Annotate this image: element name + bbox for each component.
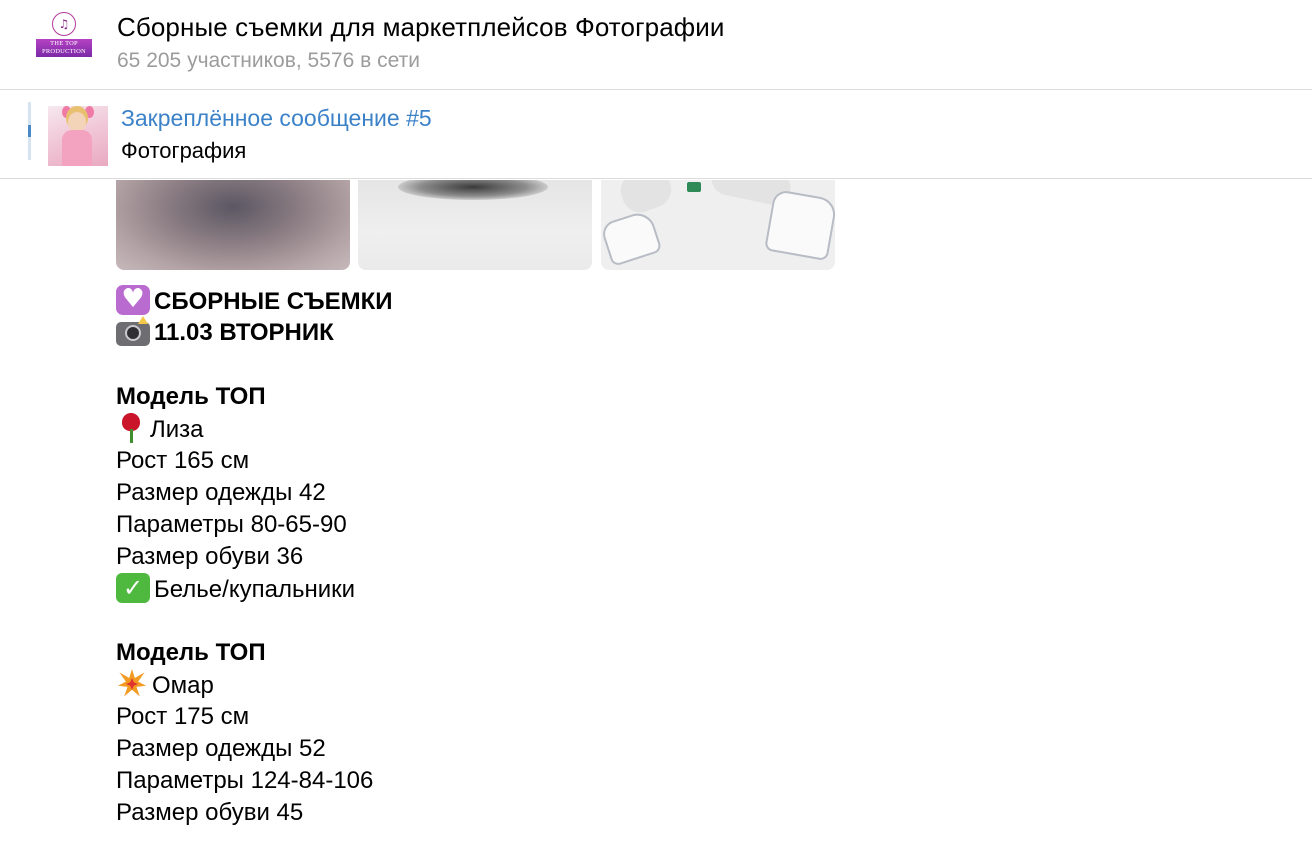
photo-shoe-left (601, 209, 663, 267)
message-line-text: Размер одежды 52 (116, 735, 326, 762)
collision-icon (116, 669, 148, 699)
message-line-text: Омар (152, 672, 214, 699)
message-line-text: Параметры 80-65-90 (116, 511, 347, 538)
thumbnail-figure-head (68, 112, 86, 132)
message-line: Параметры 124-84-106 (116, 765, 393, 797)
check-mark-icon (116, 572, 150, 604)
message-line-text: Модель ТОП (116, 383, 266, 410)
message-line-text: Белье/купальники (154, 576, 356, 603)
message-line-text: Размер одежды 42 (116, 479, 326, 506)
photo-blur-shape (398, 180, 548, 200)
logo-text-line1: THE TOP (50, 40, 78, 47)
camera-flash-icon (116, 322, 150, 346)
message-line-text: Лиза (150, 416, 204, 443)
message-line: Белье/купальники (116, 572, 393, 605)
purple-heart-icon (116, 283, 150, 315)
chat-header: ♫ THE TOP PRODUCTION Сборные съемки для … (0, 0, 1312, 90)
channel-member-count: 65 205 участников, 5576 в сети (117, 49, 420, 72)
message-line-text: Модель ТОП (116, 639, 266, 666)
pinned-message-text: Фотография (121, 138, 247, 163)
photo-shoe-right (764, 188, 835, 262)
message-line: Размер одежды 52 (116, 733, 393, 765)
music-note-logo-icon: ♫ (52, 12, 76, 36)
rose-icon (116, 413, 146, 443)
logo-badge: THE TOP PRODUCTION (36, 39, 92, 57)
logo-text-line2: PRODUCTION (42, 48, 86, 55)
message-line: Размер одежды 42 (116, 477, 393, 509)
thumbnail-ear-right (85, 106, 94, 118)
channel-title[interactable]: Сборные съемки для маркетплейсов Фотогра… (117, 12, 725, 43)
album-photo-2[interactable] (358, 180, 592, 270)
message-media-album (116, 180, 836, 270)
message-line-text: Размер обуви 45 (116, 799, 304, 826)
message-line-text: Рост 165 см (116, 447, 250, 474)
message-line: Размер обуви 36 (116, 541, 393, 573)
message-line: Модель ТОП (116, 637, 393, 669)
message-line: Параметры 80-65-90 (116, 509, 393, 541)
photo-stripe (687, 182, 701, 192)
photo-leg-left (615, 180, 677, 218)
thumbnail-figure-body (62, 130, 92, 166)
message-line: Размер обуви 45 (116, 797, 393, 829)
message-line-text: 11.03 ВТОРНИК (154, 319, 334, 346)
album-photo-3[interactable] (601, 180, 835, 270)
message-line: Рост 165 см (116, 445, 393, 477)
message-line-text: СБОРНЫЕ СЪЕМКИ (154, 288, 393, 315)
pinned-message-thumbnail (48, 106, 108, 166)
message-line: СБОРНЫЕ СЪЕМКИ (116, 283, 393, 317)
pinned-position-indicator (28, 125, 31, 137)
message-line: 11.03 ВТОРНИК (116, 317, 393, 349)
message-line-text: Рост 175 см (116, 703, 250, 730)
message-line-text: Параметры 124-84-106 (116, 767, 374, 794)
message-line: Рост 175 см (116, 701, 393, 733)
message-line-text: Размер обуви 36 (116, 543, 304, 570)
pinned-message-title: Закреплённое сообщение #5 (121, 105, 432, 131)
message-text: СБОРНЫЕ СЪЕМКИ 11.03 ВТОРНИК Модель ТОП Лиз… (116, 283, 393, 829)
message-line: Модель ТОП (116, 381, 393, 413)
message-line: Лиза (116, 413, 393, 445)
pinned-message-bar[interactable]: Закреплённое сообщение #5 Фотография (0, 91, 1312, 179)
channel-avatar[interactable]: ♫ THE TOP PRODUCTION (34, 12, 94, 58)
message-line: Омар (116, 669, 393, 701)
album-photo-1[interactable] (116, 180, 350, 270)
